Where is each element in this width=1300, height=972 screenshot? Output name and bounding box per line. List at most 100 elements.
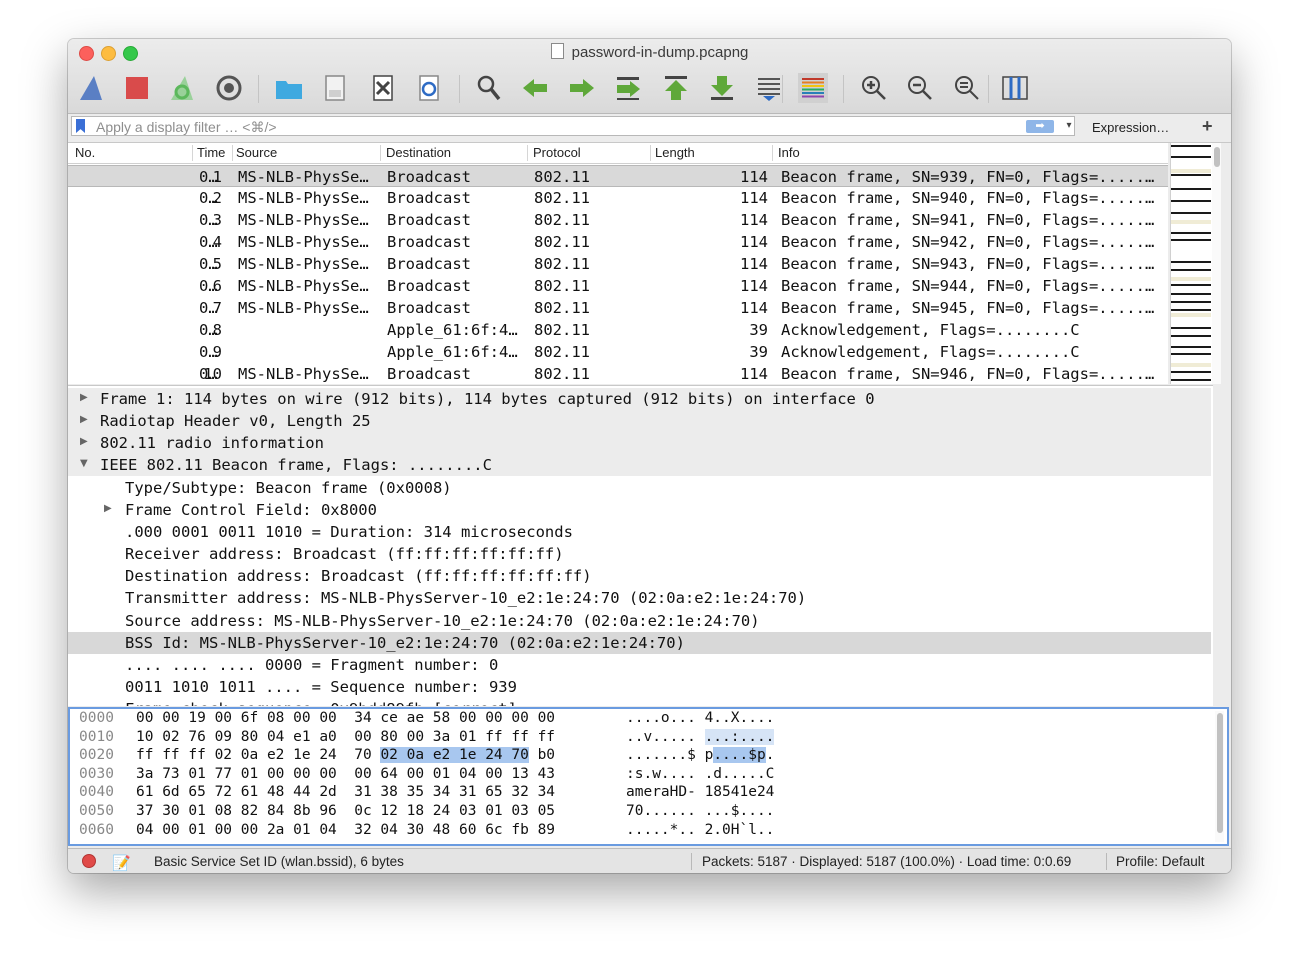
go-to-packet-icon[interactable] bbox=[611, 71, 645, 105]
detail-row[interactable]: Frame check sequence: 0x9bdd89fb [correc… bbox=[68, 698, 1211, 706]
column-header[interactable]: Source bbox=[236, 145, 277, 160]
hex-bytes[interactable]: 00 00 19 00 6f 08 00 00 34 ce ae 58 00 0… bbox=[136, 710, 555, 726]
start-capture-icon[interactable] bbox=[74, 71, 108, 105]
bytes-row[interactable]: 0020 ff ff ff 02 0a e2 1e 24 70 02 0a e2 … bbox=[70, 746, 1210, 765]
detail-row[interactable]: BSS Id: MS-NLB-PhysServer-10_e2:1e:24:70… bbox=[68, 631, 1211, 654]
close-file-icon[interactable] bbox=[366, 71, 400, 105]
display-filter-input[interactable]: Apply a display filter … <⌘/> ➡ ▾ bbox=[71, 116, 1075, 136]
expand-arrow-icon[interactable]: ▶ bbox=[80, 436, 88, 447]
column-header[interactable]: Time bbox=[197, 145, 225, 160]
find-packet-icon[interactable] bbox=[472, 71, 506, 105]
packet-row[interactable]: 1 0… MS-NLB-PhysSe… Broadcast 802.11 114 Beaco… bbox=[68, 165, 1168, 187]
add-filter-button[interactable]: + bbox=[1202, 116, 1213, 137]
hex-bytes[interactable]: 3a 73 01 77 01 00 00 00 00 64 00 01 04 0… bbox=[136, 766, 555, 782]
bytes-row[interactable]: 0060 04 00 01 00 00 2a 01 04 32 04 30 48 … bbox=[70, 821, 1210, 840]
bytes-row[interactable]: 0000 00 00 19 00 6f 08 00 00 34 ce ae 58 … bbox=[70, 709, 1210, 728]
apply-filter-button[interactable]: ➡ bbox=[1026, 120, 1054, 133]
expression-button[interactable]: Expression… bbox=[1092, 120, 1169, 135]
packet-row[interactable]: 3 0… MS-NLB-PhysSe… Broadcast 802.11 114 Beaco… bbox=[68, 209, 1168, 231]
detail-row[interactable]: ▶ Radiotap Header v0, Length 25 bbox=[68, 410, 1211, 433]
packet-row[interactable]: 5 0… MS-NLB-PhysSe… Broadcast 802.11 114 Beaco… bbox=[68, 253, 1168, 275]
bytes-scrollbar[interactable] bbox=[1215, 711, 1224, 842]
detail-row[interactable]: Source address: MS-NLB-PhysServer-10_e2:… bbox=[68, 610, 1211, 632]
detail-row[interactable]: ▶ Frame 1: 114 bytes on wire (912 bits), … bbox=[68, 388, 1211, 410]
expand-arrow-icon[interactable]: ▶ bbox=[80, 414, 88, 425]
expand-arrow-icon[interactable]: ▶ bbox=[104, 503, 112, 514]
detail-row[interactable]: Transmitter address: MS-NLB-PhysServer-1… bbox=[68, 587, 1211, 609]
capture-options-icon[interactable] bbox=[212, 71, 246, 105]
packet-row[interactable]: 4 0… MS-NLB-PhysSe… Broadcast 802.11 114 Beaco… bbox=[68, 231, 1168, 253]
open-file-icon[interactable] bbox=[272, 71, 306, 105]
capture-comment-icon[interactable]: 📝 bbox=[112, 854, 131, 872]
packet-protocol: 802.11 bbox=[534, 365, 590, 383]
toolbar-separator bbox=[258, 75, 259, 103]
hex-bytes[interactable]: 37 30 01 08 82 84 8b 96 0c 12 18 24 03 0… bbox=[136, 803, 555, 819]
expand-arrow-icon[interactable]: ▶ bbox=[80, 392, 88, 403]
minimap-line bbox=[1171, 239, 1211, 241]
detail-row[interactable]: ▶ Frame Control Field: 0x8000 bbox=[68, 499, 1211, 521]
detail-row[interactable]: .... .... .... 0000 = Fragment number: 0 bbox=[68, 654, 1211, 676]
go-forward-icon[interactable] bbox=[565, 71, 599, 105]
ascii-bytes[interactable]: :s.w.... .d.....C bbox=[626, 766, 774, 782]
byte-offset: 0030 bbox=[79, 765, 114, 782]
stop-capture-icon[interactable] bbox=[120, 71, 154, 105]
ascii-bytes[interactable]: ..v..... ...:.... bbox=[626, 728, 775, 745]
packet-row[interactable]: 2 0… MS-NLB-PhysSe… Broadcast 802.11 114 Beaco… bbox=[68, 187, 1168, 209]
bytes-row[interactable]: 0010 10 02 76 09 80 04 e1 a0 00 80 00 3a … bbox=[70, 728, 1210, 747]
go-first-packet-icon[interactable] bbox=[659, 71, 693, 105]
ascii-bytes[interactable]: ameraHD- 18541e24 bbox=[626, 784, 774, 800]
packet-time: 0… bbox=[199, 168, 218, 186]
packet-minimap[interactable] bbox=[1170, 143, 1212, 384]
packet-list-scroll-thumb[interactable] bbox=[1214, 147, 1220, 167]
collapse-arrow-icon[interactable]: ▼ bbox=[80, 458, 88, 469]
detail-row[interactable]: Type/Subtype: Beacon frame (0x0008) bbox=[68, 477, 1211, 499]
bytes-row[interactable]: 0030 3a 73 01 77 01 00 00 00 00 64 00 01 … bbox=[70, 765, 1210, 784]
packet-list-scrollbar[interactable] bbox=[1212, 143, 1221, 384]
go-back-icon[interactable] bbox=[518, 71, 552, 105]
packet-protocol: 802.11 bbox=[534, 211, 590, 229]
colorize-icon[interactable] bbox=[796, 71, 830, 105]
bytes-row[interactable]: 0040 61 6d 65 72 61 48 44 2d 31 38 35 34 … bbox=[70, 783, 1210, 802]
column-header[interactable]: Protocol bbox=[533, 145, 581, 160]
detail-row[interactable]: 0011 1010 1011 .... = Sequence number: 9… bbox=[68, 676, 1211, 698]
status-profile[interactable]: Profile: Default bbox=[1116, 854, 1205, 869]
column-header[interactable]: No. bbox=[75, 145, 95, 160]
zoom-out-icon[interactable] bbox=[903, 71, 937, 105]
packet-row[interactable]: 7 0… MS-NLB-PhysSe… Broadcast 802.11 114 Beaco… bbox=[68, 297, 1168, 319]
normal-size-icon[interactable] bbox=[950, 71, 984, 105]
hex-bytes[interactable]: ff ff ff 02 0a e2 1e 24 70 02 0a e2 1e 2… bbox=[136, 747, 555, 764]
packet-row[interactable]: 6 0… MS-NLB-PhysSe… Broadcast 802.11 114 Beaco… bbox=[68, 275, 1168, 297]
packet-row[interactable]: 8 0… Apple_61:6f:4… 802.11 39 Acknowledgement… bbox=[68, 319, 1168, 341]
hex-bytes[interactable]: 10 02 76 09 80 04 e1 a0 00 80 00 3a 01 f… bbox=[136, 729, 555, 745]
bytes-row[interactable]: 0050 37 30 01 08 82 84 8b 96 0c 12 18 24 … bbox=[70, 802, 1210, 821]
packet-row[interactable]: 9 0… Apple_61:6f:4… 802.11 39 Acknowledgement… bbox=[68, 341, 1168, 363]
detail-row[interactable]: Receiver address: Broadcast (ff:ff:ff:ff… bbox=[68, 543, 1211, 565]
filter-history-dropdown[interactable]: ▾ bbox=[1062, 118, 1076, 134]
ascii-bytes[interactable]: .......$ p....$p. bbox=[626, 747, 774, 764]
detail-row[interactable]: ▶ 802.11 radio information bbox=[68, 432, 1211, 455]
column-header[interactable]: Length bbox=[655, 145, 695, 160]
restart-capture-icon[interactable] bbox=[165, 71, 199, 105]
ascii-bytes[interactable]: 70...... ...$.... bbox=[626, 803, 774, 819]
byte-offset: 0000 bbox=[79, 710, 114, 726]
packet-row[interactable]: 10 0… MS-NLB-PhysSe… Broadcast 802.11 114 Beac… bbox=[68, 363, 1168, 385]
bookmark-icon[interactable] bbox=[76, 119, 85, 133]
bytes-scroll-thumb[interactable] bbox=[1217, 713, 1223, 833]
detail-row[interactable]: ▼ IEEE 802.11 Beacon frame, Flags: ......… bbox=[68, 454, 1211, 477]
go-last-packet-icon[interactable] bbox=[705, 71, 739, 105]
ascii-bytes[interactable]: ....o... 4..X.... bbox=[626, 710, 774, 726]
minimap-line bbox=[1171, 309, 1211, 311]
reload-file-icon[interactable] bbox=[412, 71, 446, 105]
hex-bytes[interactable]: 04 00 01 00 00 2a 01 04 32 04 30 48 60 6… bbox=[136, 822, 555, 838]
column-header[interactable]: Info bbox=[778, 145, 800, 160]
detail-row[interactable]: .000 0001 0011 1010 = Duration: 314 micr… bbox=[68, 521, 1211, 543]
save-file-icon[interactable] bbox=[318, 71, 352, 105]
auto-scroll-icon[interactable] bbox=[752, 71, 786, 105]
ascii-bytes[interactable]: .....*.. 2.0H`l.. bbox=[626, 822, 774, 838]
resize-columns-icon[interactable] bbox=[998, 71, 1032, 105]
column-header[interactable]: Destination bbox=[386, 145, 451, 160]
hex-bytes[interactable]: 61 6d 65 72 61 48 44 2d 31 38 35 34 31 6… bbox=[136, 784, 555, 800]
expert-info-icon[interactable] bbox=[82, 854, 96, 868]
detail-row[interactable]: Destination address: Broadcast (ff:ff:ff… bbox=[68, 565, 1211, 587]
zoom-in-icon[interactable] bbox=[857, 71, 891, 105]
